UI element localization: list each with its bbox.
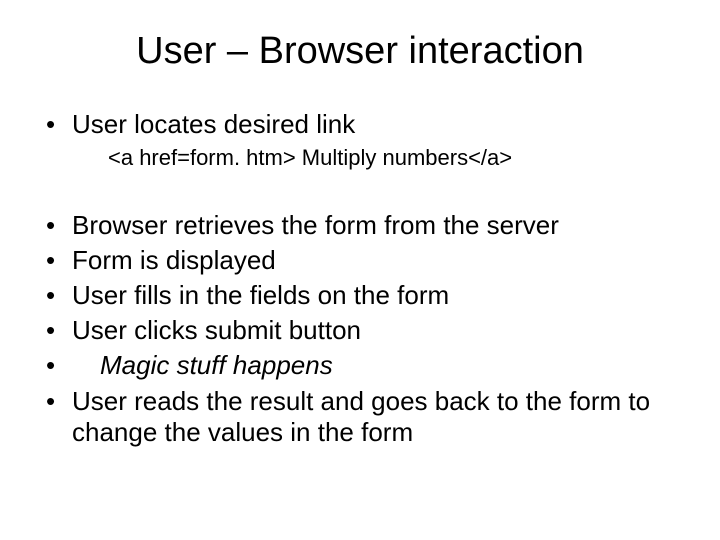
bullet-text: Browser retrieves the form from the serv…: [72, 210, 559, 240]
slide: User – Browser interaction User locates …: [0, 0, 720, 540]
bullet-subtext: <a href=form. htm> Multiply numbers</a>: [108, 144, 680, 172]
bullet-text-italic: Magic stuff happens: [72, 350, 333, 380]
bullet-text: User clicks submit button: [72, 315, 361, 345]
bullet-item: Form is displayed: [40, 245, 680, 276]
bullet-text: User fills in the fields on the form: [72, 280, 449, 310]
slide-title: User – Browser interaction: [40, 30, 680, 73]
bullet-list: Browser retrieves the form from the serv…: [40, 210, 680, 448]
bullet-list: User locates desired link <a href=form. …: [40, 109, 680, 172]
bullet-text: User locates desired link: [72, 109, 355, 139]
bullet-item: User reads the result and goes back to t…: [40, 386, 680, 448]
bullet-item: User locates desired link <a href=form. …: [40, 109, 680, 172]
bullet-text: User reads the result and goes back to t…: [72, 386, 650, 447]
bullet-item: Magic stuff happens: [40, 350, 680, 381]
bullet-item: Browser retrieves the form from the serv…: [40, 210, 680, 241]
bullet-item: User clicks submit button: [40, 315, 680, 346]
bullet-text: Form is displayed: [72, 245, 276, 275]
spacer: [40, 176, 680, 210]
bullet-item: User fills in the fields on the form: [40, 280, 680, 311]
